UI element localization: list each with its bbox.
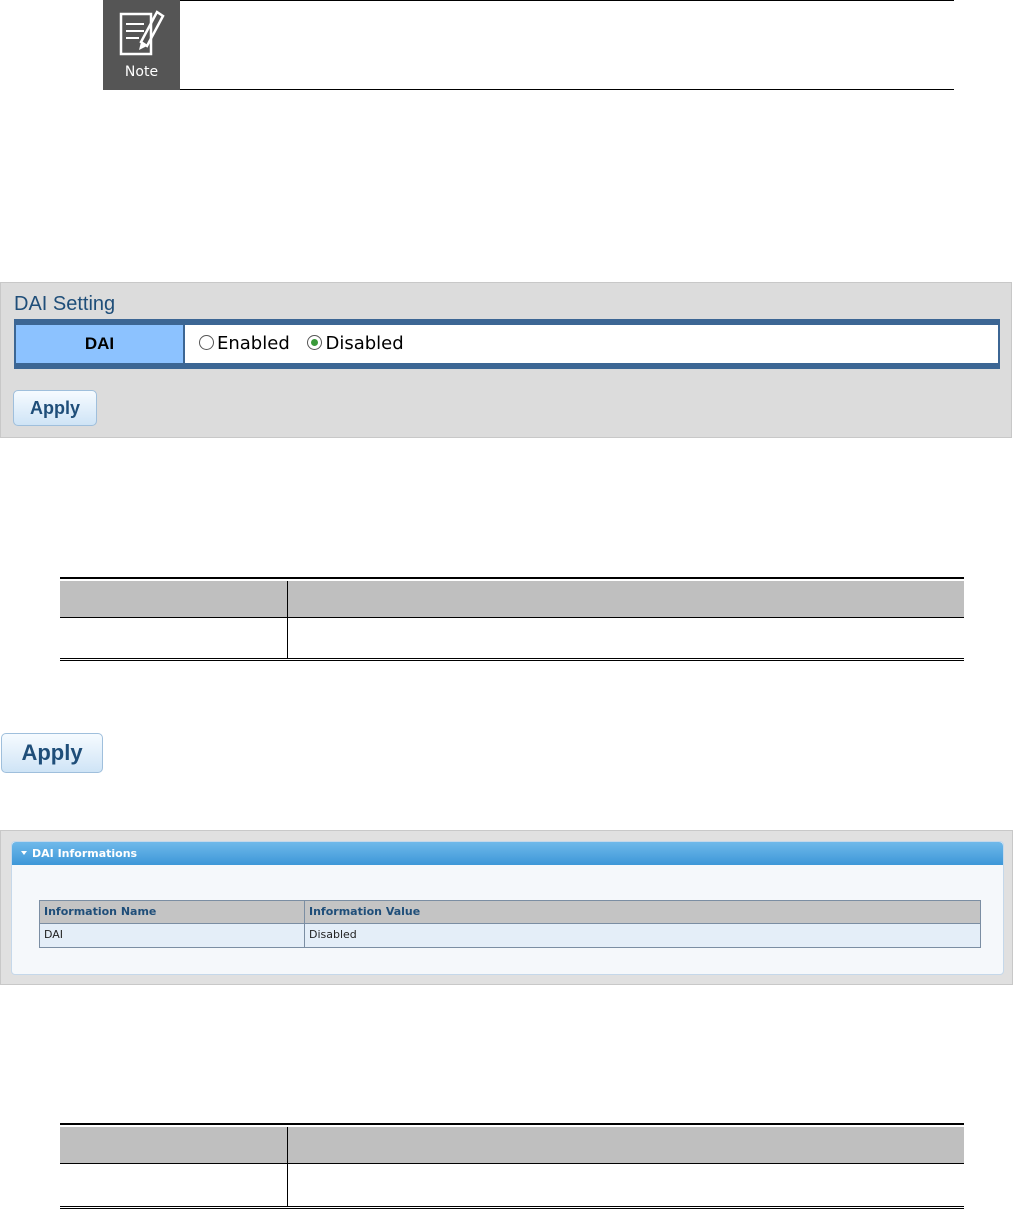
- apply-button[interactable]: Apply: [13, 390, 97, 426]
- radio-disabled-option[interactable]: Disabled: [295, 325, 404, 363]
- table-header-row: [60, 1127, 964, 1164]
- radio-enabled-option[interactable]: Enabled: [185, 325, 290, 363]
- table-row: DAI Disabled: [40, 924, 980, 947]
- apply-button-illustration[interactable]: Apply: [1, 733, 103, 773]
- dai-field-label: DAI: [16, 325, 183, 363]
- collapse-triangle-icon[interactable]: [21, 851, 27, 855]
- note-pencil-icon: [119, 10, 165, 56]
- note-icon-box: Note: [103, 0, 180, 90]
- row-value: Disabled: [309, 928, 357, 941]
- column-divider: [287, 581, 288, 658]
- dai-informations-panel: DAI Informations Information Name Inform…: [0, 830, 1013, 985]
- row-name: DAI: [44, 928, 64, 941]
- dai-setting-panel: DAI Setting DAI Enabled Disabled: [0, 282, 1012, 438]
- parameter-table-2: [60, 1123, 964, 1209]
- info-table: Information Name Information Value DAI D…: [39, 900, 981, 948]
- dai-setting-table: DAI Enabled Disabled: [14, 319, 1000, 369]
- note-box: [180, 0, 954, 90]
- column-divider: [287, 1127, 288, 1206]
- column-divider: [304, 901, 305, 947]
- info-panel-title: DAI Informations: [32, 847, 138, 860]
- radio-disabled[interactable]: [307, 335, 323, 350]
- radio-enabled-label[interactable]: Enabled: [217, 333, 290, 354]
- parameter-table-1: [60, 577, 964, 661]
- radio-disabled-label[interactable]: Disabled: [325, 333, 403, 354]
- column-header-value: Information Value: [309, 905, 421, 918]
- dai-radio-cell: Enabled Disabled: [185, 325, 998, 363]
- panel-title: DAI Setting: [14, 293, 116, 315]
- radio-enabled[interactable]: [199, 335, 214, 350]
- table-header-row: [60, 581, 964, 618]
- info-table-header: Information Name Information Value: [40, 901, 980, 924]
- info-panel-header[interactable]: DAI Informations: [12, 842, 1003, 865]
- column-header-name: Information Name: [44, 905, 157, 918]
- info-panel-inner: DAI Informations Information Name Inform…: [11, 841, 1004, 975]
- note-label: Note: [124, 64, 159, 80]
